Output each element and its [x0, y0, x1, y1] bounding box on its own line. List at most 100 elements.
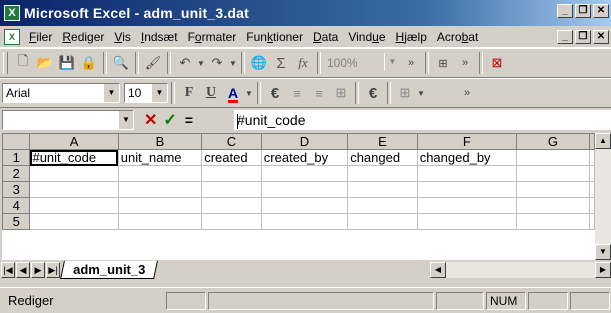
merge-center-icon[interactable]: ⊞	[330, 82, 352, 104]
menu-item-4[interactable]: Formater	[183, 30, 242, 44]
cell[interactable]	[260, 213, 349, 230]
cell[interactable]	[589, 197, 595, 214]
menu-item-9[interactable]: Acrobat	[432, 30, 483, 44]
undo-dropdown-icon[interactable]: ▼	[196, 52, 206, 74]
cell[interactable]	[29, 165, 119, 182]
select-all-corner[interactable]	[2, 133, 31, 150]
new-icon[interactable]: 🗋	[12, 52, 34, 74]
scroll-right-icon[interactable]: ▶	[595, 262, 611, 278]
row-header[interactable]: 1	[2, 149, 31, 166]
cell[interactable]	[201, 213, 262, 230]
prev-sheet-icon[interactable]: ◀	[16, 262, 30, 278]
cell[interactable]	[347, 197, 418, 214]
cell[interactable]: unit_name	[117, 149, 203, 166]
cell[interactable]	[117, 181, 203, 198]
column-header[interactable]: A	[29, 133, 119, 150]
doc-minimize-button[interactable]: _	[557, 30, 573, 44]
chevron-down-icon[interactable]: ▼	[119, 111, 133, 129]
sheet-tab[interactable]: adm_unit_3	[60, 261, 159, 279]
restore-button[interactable]: ❐	[575, 4, 591, 18]
cell[interactable]	[589, 181, 595, 198]
column-header[interactable]: E	[347, 133, 418, 150]
borders-dropdown-icon[interactable]: ▼	[416, 82, 426, 104]
cell[interactable]: created_by	[260, 149, 349, 166]
menu-item-0[interactable]: Filer	[24, 30, 57, 44]
undo-icon[interactable]: ↶	[174, 52, 196, 74]
cell[interactable]: changed_by	[416, 149, 517, 166]
cell[interactable]	[416, 181, 517, 198]
column-header[interactable]: G	[515, 133, 591, 150]
cell[interactable]	[515, 181, 591, 198]
toolbar-grip[interactable]	[3, 52, 8, 74]
chevron-down-icon[interactable]: ▼	[384, 53, 400, 71]
edit-formula-button[interactable]: =	[185, 112, 193, 128]
cell[interactable]: changed	[347, 149, 418, 166]
align-center-icon[interactable]: ≡	[308, 82, 330, 104]
pdf-icon[interactable]: ⊠	[486, 52, 508, 74]
row-header[interactable]: 3	[2, 181, 31, 198]
cell[interactable]	[589, 149, 595, 166]
last-sheet-icon[interactable]: ▶|	[46, 262, 60, 278]
row-header[interactable]: 5	[2, 213, 31, 230]
autosum-icon[interactable]: Σ	[270, 52, 292, 74]
column-header[interactable]: D	[260, 133, 349, 150]
cell[interactable]	[347, 181, 418, 198]
font-color-button[interactable]: A	[222, 82, 244, 104]
cell[interactable]	[515, 197, 591, 214]
save-icon[interactable]: 💾	[56, 52, 78, 74]
format-painter-icon[interactable]: 🖌	[142, 52, 164, 74]
row-header[interactable]: 4	[2, 197, 31, 214]
currency-button[interactable]: €	[362, 82, 384, 104]
align-left-icon[interactable]: ≡	[286, 82, 308, 104]
menu-item-3[interactable]: Indsæt	[136, 30, 183, 44]
cell[interactable]	[29, 197, 119, 214]
scroll-down-icon[interactable]: ▼	[595, 244, 611, 260]
chevron-down-icon[interactable]: ▼	[151, 84, 167, 102]
cell[interactable]	[515, 213, 591, 230]
print-preview-icon[interactable]: 🔍	[110, 52, 132, 74]
name-box[interactable]: ▼	[2, 110, 134, 130]
zoom-select[interactable]: 100% ▼	[324, 53, 400, 73]
menu-item-1[interactable]: Rediger	[57, 30, 109, 44]
redo-icon[interactable]: ↷	[206, 52, 228, 74]
menu-item-2[interactable]: Vis	[109, 30, 135, 44]
row-header[interactable]: 2	[2, 165, 31, 182]
underline-button[interactable]: U	[200, 82, 222, 104]
toolbar-options-icon[interactable]: »	[400, 52, 422, 74]
column-header[interactable]: B	[117, 133, 203, 150]
column-header[interactable]: C	[201, 133, 262, 150]
borders-icon[interactable]: ⊞	[394, 82, 416, 104]
acrobat-convert-icon[interactable]: ⊞	[432, 52, 454, 74]
cell[interactable]	[117, 213, 203, 230]
cell[interactable]	[515, 149, 591, 166]
cell[interactable]	[515, 165, 591, 182]
worksheet-grid[interactable]: ABCDEFG 1 #unit_code unit_name created creat…	[2, 133, 595, 260]
minimize-button[interactable]: _	[557, 4, 573, 18]
scroll-up-icon[interactable]: ▲	[595, 133, 611, 149]
scroll-left-icon[interactable]: ◀	[430, 262, 446, 278]
doc-restore-button[interactable]: ❐	[575, 30, 591, 44]
cell[interactable]	[416, 165, 517, 182]
cancel-icon[interactable]: ✕	[144, 110, 157, 130]
redo-dropdown-icon[interactable]: ▼	[228, 52, 238, 74]
doc-close-button[interactable]: ✕	[593, 30, 609, 44]
cell[interactable]	[347, 213, 418, 230]
column-header[interactable]: F	[416, 133, 517, 150]
menu-item-6[interactable]: Data	[308, 30, 343, 44]
cell[interactable]	[589, 213, 595, 230]
cell[interactable]	[117, 165, 203, 182]
font-size-select[interactable]: 10 ▼	[124, 83, 168, 103]
cell[interactable]	[260, 197, 349, 214]
horizontal-scrollbar[interactable]: ◀ ▶	[430, 262, 611, 278]
cell[interactable]	[347, 165, 418, 182]
cell[interactable]	[29, 213, 119, 230]
open-icon[interactable]: 📂	[34, 52, 56, 74]
toolbar-options-icon-2[interactable]: »	[454, 52, 476, 74]
menu-item-7[interactable]: Vindue	[343, 30, 390, 44]
font-color-dropdown-icon[interactable]: ▼	[244, 82, 254, 104]
excel-doc-icon[interactable]: X	[4, 28, 20, 45]
cell[interactable]: created	[201, 149, 262, 166]
formula-input[interactable]: #unit_code	[234, 110, 611, 130]
cell[interactable]	[201, 197, 262, 214]
first-sheet-icon[interactable]: |◀	[1, 262, 15, 278]
